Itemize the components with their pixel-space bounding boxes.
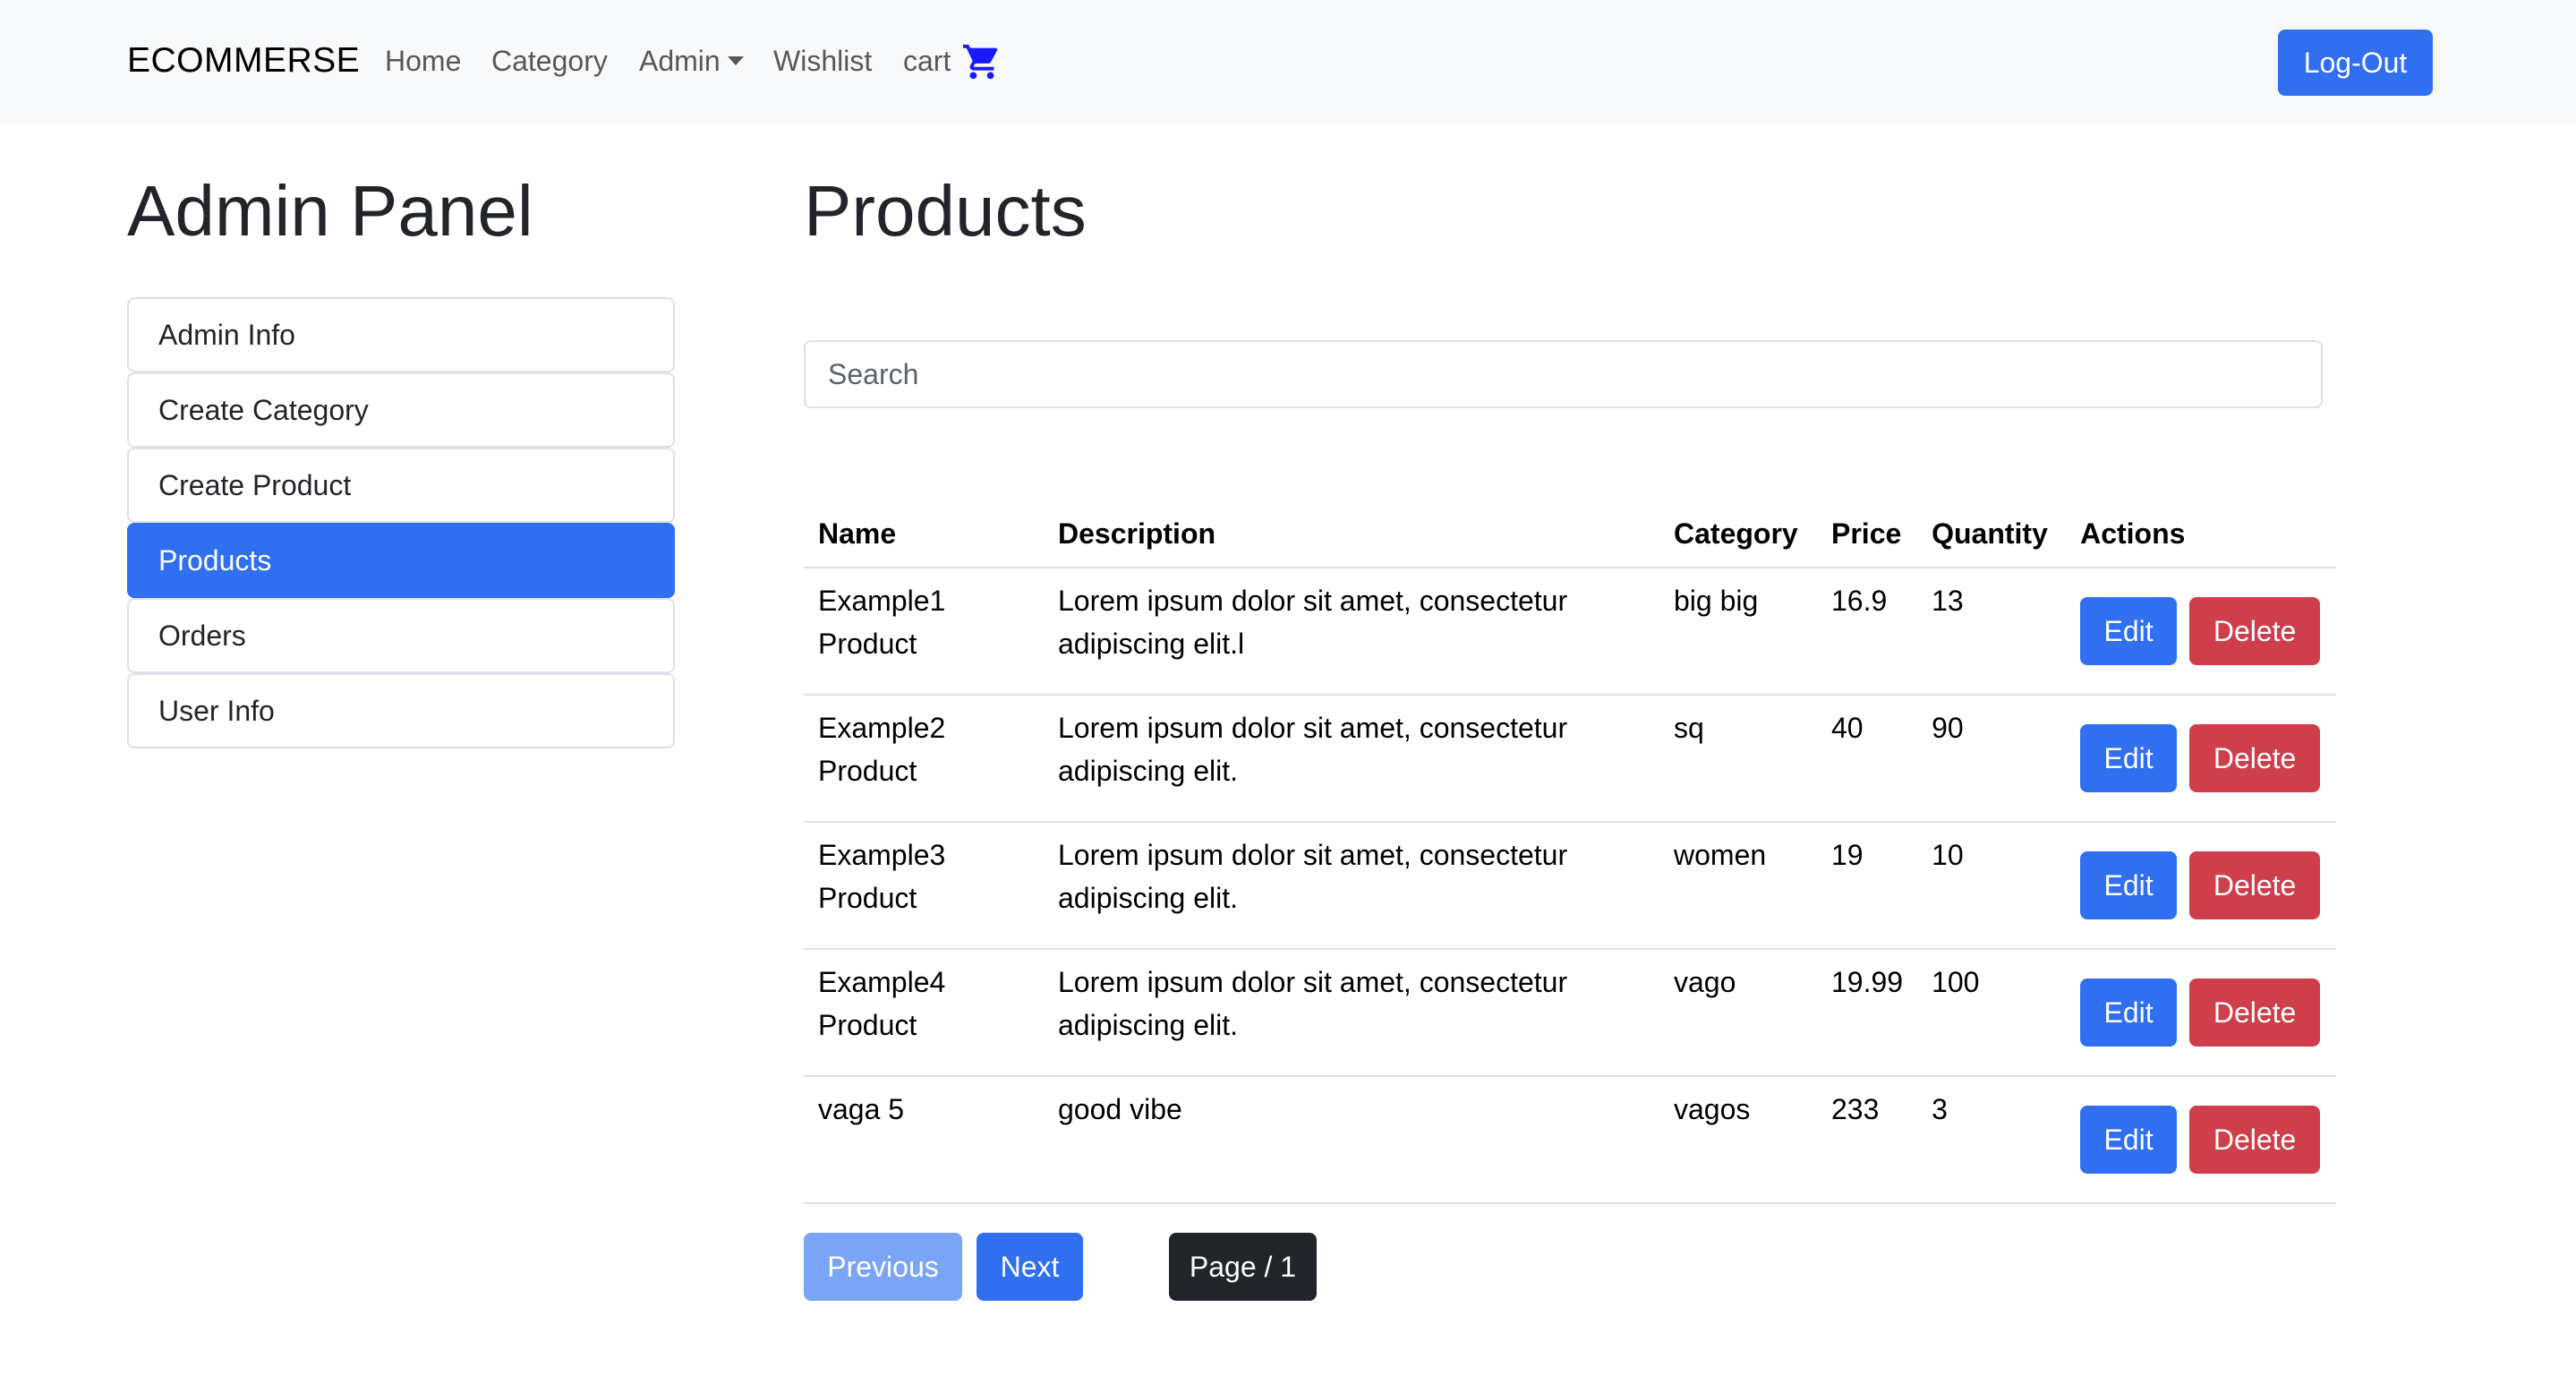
cell-actions: Edit Delete [2066, 822, 2336, 950]
delete-button[interactable]: Delete [2189, 724, 2321, 792]
cell-category: sq [1659, 695, 1817, 823]
cell-category: vago [1659, 949, 1817, 1077]
cell-description: good vibe [1044, 1076, 1659, 1204]
sidebar-item-orders[interactable]: Orders [127, 598, 675, 673]
page-indicator: Page / 1 [1169, 1233, 1317, 1301]
cell-price: 40 [1817, 695, 1918, 823]
cell-description: Lorem ipsum dolor sit amet, consectetur … [1044, 949, 1659, 1077]
admin-panel-title: Admin Panel [127, 171, 533, 251]
cell-quantity: 90 [1917, 695, 2067, 823]
cell-quantity: 100 [1917, 949, 2067, 1077]
cell-quantity: 3 [1917, 1076, 2067, 1204]
search-input[interactable] [804, 340, 2323, 408]
cell-name: Example1 Product [804, 568, 1044, 696]
cell-quantity: 13 [1917, 568, 2067, 696]
cell-price: 233 [1817, 1076, 1918, 1204]
sidebar-item-create-product[interactable]: Create Product [127, 448, 675, 523]
nav-link-home[interactable]: Home [385, 45, 461, 78]
sidebar-item-admin-info[interactable]: Admin Info [127, 297, 675, 372]
header-actions: Actions [2066, 501, 2336, 568]
page-title: Products [804, 171, 1087, 251]
cell-actions: Edit Delete [2066, 568, 2336, 696]
cell-name: Example3 Product [804, 822, 1044, 950]
shopping-cart-icon[interactable] [961, 41, 1002, 82]
cell-description: Lorem ipsum dolor sit amet, consectetur … [1044, 695, 1659, 823]
cell-actions: Edit Delete [2066, 949, 2336, 1077]
cell-description: Lorem ipsum dolor sit amet, consectetur … [1044, 822, 1659, 950]
header-category: Category [1659, 501, 1817, 568]
caret-down-icon [727, 56, 744, 65]
logout-button[interactable]: Log-Out [2278, 30, 2433, 96]
table-row: Example4 Product Lorem ipsum dolor sit a… [804, 949, 2336, 1077]
delete-button[interactable]: Delete [2189, 597, 2321, 665]
delete-button[interactable]: Delete [2189, 851, 2321, 919]
products-table: Name Description Category Price Quantity… [804, 501, 2336, 1204]
next-page-button[interactable]: Next [977, 1233, 1083, 1301]
cell-category: big big [1659, 568, 1817, 696]
cell-actions: Edit Delete [2066, 695, 2336, 823]
edit-button[interactable]: Edit [2080, 724, 2178, 792]
nav-link-wishlist[interactable]: Wishlist [773, 45, 872, 78]
nav-link-category[interactable]: Category [491, 45, 608, 78]
cell-description: Lorem ipsum dolor sit amet, consectetur … [1044, 568, 1659, 696]
edit-button[interactable]: Edit [2080, 851, 2178, 919]
table-row: Example3 Product Lorem ipsum dolor sit a… [804, 822, 2336, 950]
cell-category: vagos [1659, 1076, 1817, 1204]
edit-button[interactable]: Edit [2080, 979, 2178, 1047]
admin-sidebar-menu: Admin Info Create Category Create Produc… [127, 297, 675, 748]
edit-button[interactable]: Edit [2080, 597, 2178, 665]
nav-dropdown-admin-label: Admin [639, 45, 721, 77]
cell-price: 19.99 [1817, 949, 1918, 1077]
navbar: ECOMMERSE Home Category Admin Wishlist c… [0, 0, 2576, 124]
table-header-row: Name Description Category Price Quantity… [804, 501, 2336, 568]
sidebar-item-create-category[interactable]: Create Category [127, 372, 675, 448]
delete-button[interactable]: Delete [2189, 1106, 2321, 1174]
header-name: Name [804, 501, 1044, 568]
table-row: vaga 5 good vibe vagos 233 3 Edit Delete [804, 1076, 2336, 1204]
cell-price: 16.9 [1817, 568, 1918, 696]
sidebar-item-products[interactable]: Products [127, 523, 675, 598]
nav-dropdown-admin[interactable]: Admin [639, 45, 744, 78]
cell-name: Example2 Product [804, 695, 1044, 823]
table-row: Example2 Product Lorem ipsum dolor sit a… [804, 695, 2336, 823]
previous-page-button[interactable]: Previous [804, 1233, 962, 1301]
header-description: Description [1044, 501, 1659, 568]
cell-actions: Edit Delete [2066, 1076, 2336, 1204]
nav-link-cart[interactable]: cart [903, 45, 951, 78]
cell-price: 19 [1817, 822, 1918, 950]
cell-name: Example4 Product [804, 949, 1044, 1077]
edit-button[interactable]: Edit [2080, 1106, 2178, 1174]
header-price: Price [1817, 501, 1918, 568]
delete-button[interactable]: Delete [2189, 979, 2321, 1047]
sidebar-item-user-info[interactable]: User Info [127, 673, 675, 748]
cell-category: women [1659, 822, 1817, 950]
cell-name: vaga 5 [804, 1076, 1044, 1204]
header-quantity: Quantity [1917, 501, 2067, 568]
table-row: Example1 Product Lorem ipsum dolor sit a… [804, 568, 2336, 696]
cell-quantity: 10 [1917, 822, 2067, 950]
brand-logo[interactable]: ECOMMERSE [127, 41, 360, 81]
